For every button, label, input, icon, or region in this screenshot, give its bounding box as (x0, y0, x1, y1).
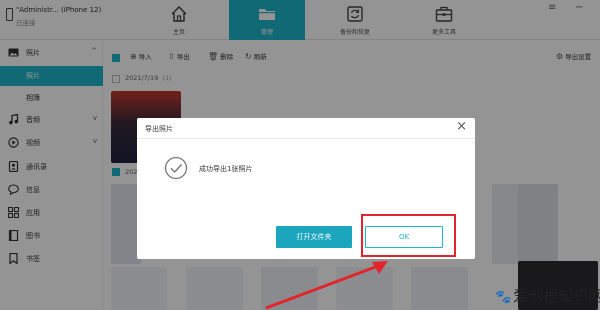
paw-icon: 🐾 (495, 290, 512, 305)
success-message: 成功导出1张照片 (199, 165, 253, 173)
watermark: 🐾 爱创根知识网 (495, 287, 600, 305)
close-icon[interactable]: × (456, 119, 467, 134)
dialog-divider (137, 138, 475, 139)
check-circle-icon (164, 156, 188, 180)
highlight-box (361, 214, 456, 257)
arrow-icon (265, 261, 388, 310)
dialog-title: 导出照片 (145, 125, 173, 133)
open-folder-button[interactable]: 打开文件夹 (276, 226, 352, 248)
